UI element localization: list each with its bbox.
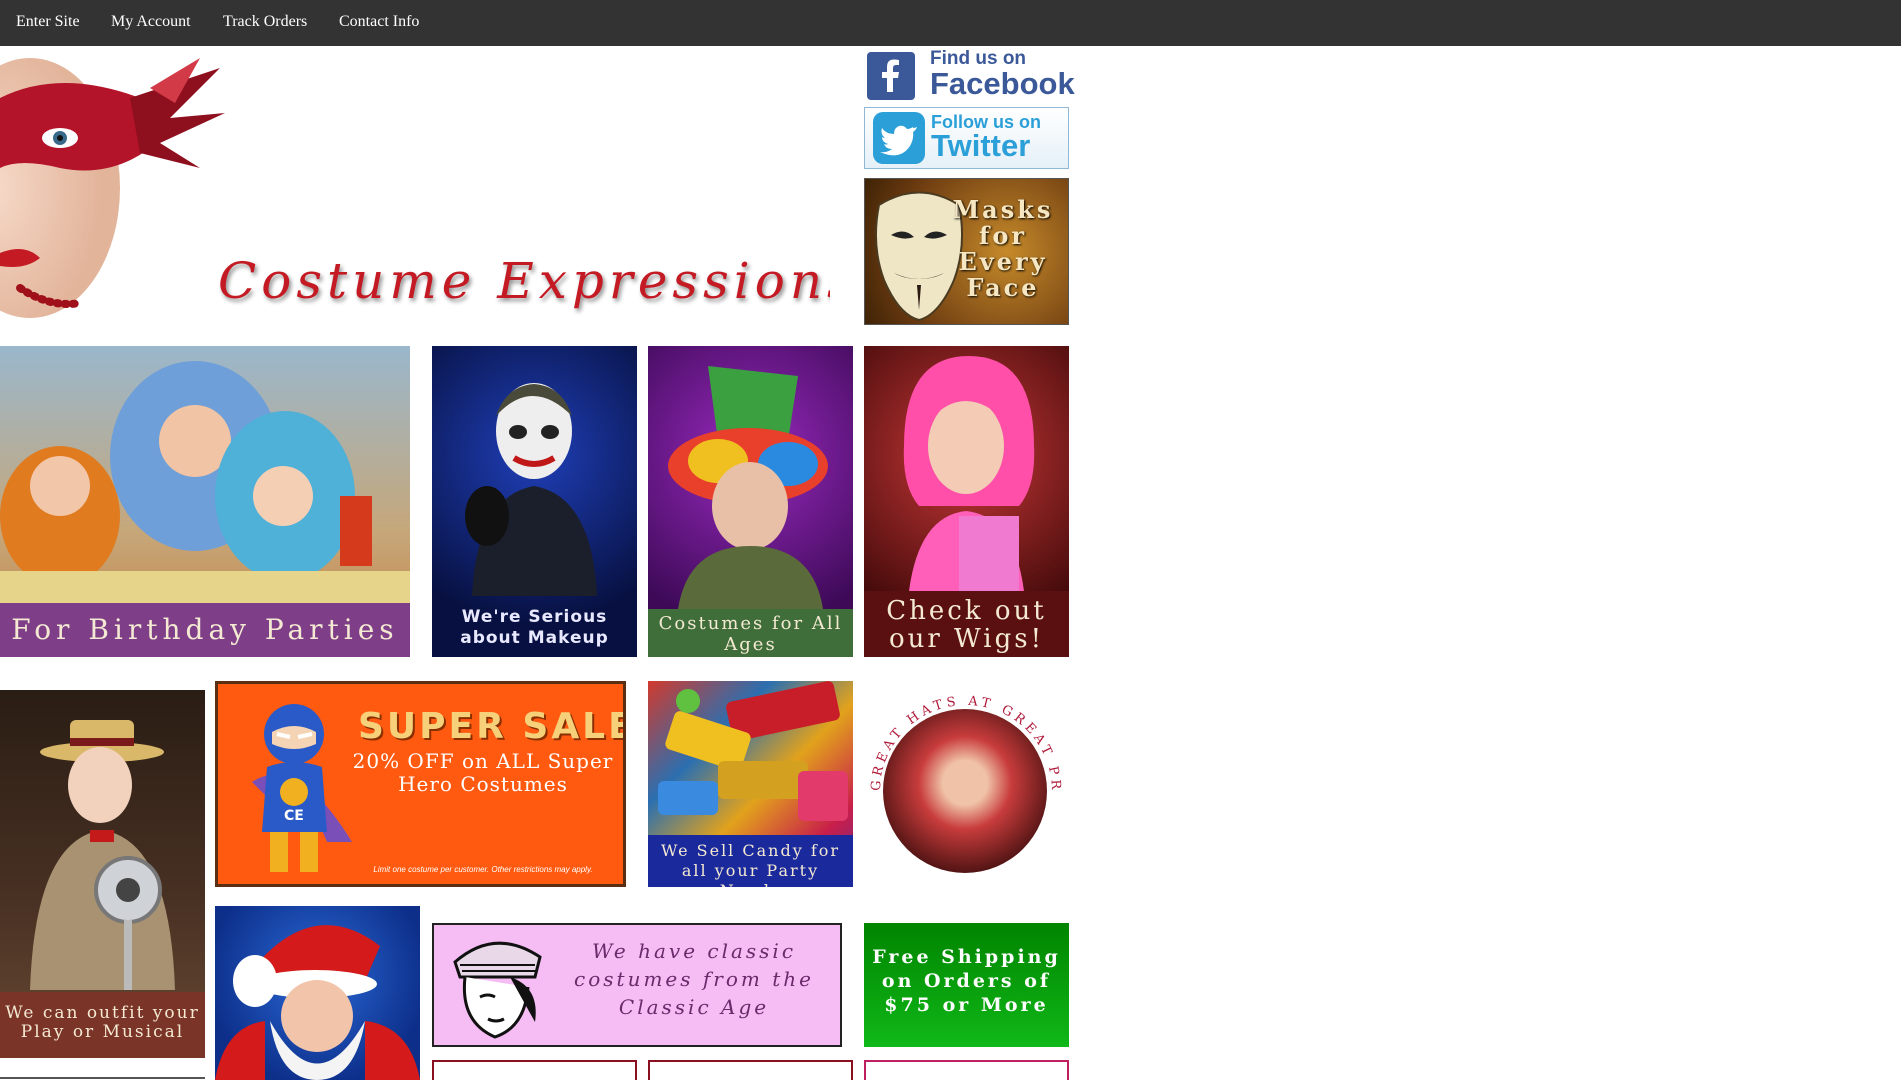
facebook-line2: Facebook [930,66,1075,101]
wigs-promo[interactable]: Check out our Wigs! [864,346,1069,657]
classic-costumes-text: We have classic costumes from the Classi… [574,939,814,1019]
twitter-line2: Twitter [931,128,1031,163]
nav-track-orders[interactable]: Track Orders [223,13,307,31]
masks-promo-text: Masks for Every Face [952,195,1054,302]
candy-pile-image [658,681,848,821]
candy-caption: We Sell Candy for all your Party Needs [648,835,853,887]
musical-caption: We can outfit your Play or Musical [0,992,205,1058]
free-shipping-text: Free Shipping on Orders of $75 or More [872,946,1061,1016]
musical-promo[interactable]: We can outfit your Play or Musical [0,690,205,1058]
bottom-promo-partial[interactable] [864,1060,1069,1080]
classic-costumes-promo[interactable]: We have classic costumes from the Classi… [432,923,842,1047]
superhero-mascot-icon: CE [252,704,352,872]
svg-text:CE: CE [284,808,304,824]
facebook-link[interactable]: Find us on Facebook [864,48,1075,104]
makeup-promo[interactable]: We're Serious about Makeup [432,346,637,657]
hats-arc-text: GREAT HATS AT GREAT PRICES [864,681,1063,794]
super-sale-subtitle: 20% OFF on ALL Super Hero Costumes [352,749,614,796]
all-ages-promo[interactable]: Costumes for All Ages [648,346,853,657]
santa-claus-image [215,925,420,1080]
nav-my-account[interactable]: My Account [111,13,191,31]
makeup-caption: We're Serious about Makeup [460,607,609,648]
santa-promo[interactable] [215,906,420,1080]
brand-title: Costume Expressions [218,252,830,310]
super-sale-fine-print: Limit one costume per customer. Other re… [373,865,593,874]
header-banner[interactable]: Costume Expressions [0,58,830,320]
cartoon-promo-partial[interactable] [432,1060,637,1080]
nav-enter-site[interactable]: Enter Site [16,13,80,31]
birthday-caption: For Birthday Parties [0,603,410,657]
free-shipping-promo[interactable]: Free Shipping on Orders of $75 or More [864,923,1069,1047]
twitter-link[interactable]: Follow us on Twitter [864,107,1069,169]
joker-makeup-boy-image [465,383,597,596]
svg-text:GREAT HATS AT GREAT PRICES: GREAT HATS AT GREAT PRICES [864,681,1063,794]
clown-woman-image [668,366,828,609]
super-sale-title: SUPER SALE [358,706,626,747]
hats-promo[interactable]: GREAT HATS AT GREAT PRICES [864,681,1069,887]
facebook-icon [867,52,915,100]
masks-promo[interactable]: Masks for Every Face [864,178,1069,325]
pink-wig-girl-image [903,356,1035,591]
barbershop-singer-image [30,720,175,990]
character-promo-partial[interactable] [648,1060,853,1080]
nav-contact-info[interactable]: Contact Info [339,13,419,31]
masquerade-woman-image [0,58,225,318]
birthday-promo[interactable]: For Birthday Parties [0,346,410,657]
wigs-caption: Check out our Wigs! [864,591,1069,657]
candy-promo[interactable]: We Sell Candy for all your Party Needs [648,681,853,887]
all-ages-caption: Costumes for All Ages [648,609,853,657]
birthday-family-image [0,361,410,603]
top-nav: Enter Site My Account Track Orders Conta… [0,0,1901,46]
super-sale-promo[interactable]: CE SUPER SALE 20% OFF on ALL Super Hero … [215,681,626,887]
divider-line [0,1077,205,1079]
twitter-bird-icon [873,112,925,164]
vintage-lady-icon [453,941,542,1039]
